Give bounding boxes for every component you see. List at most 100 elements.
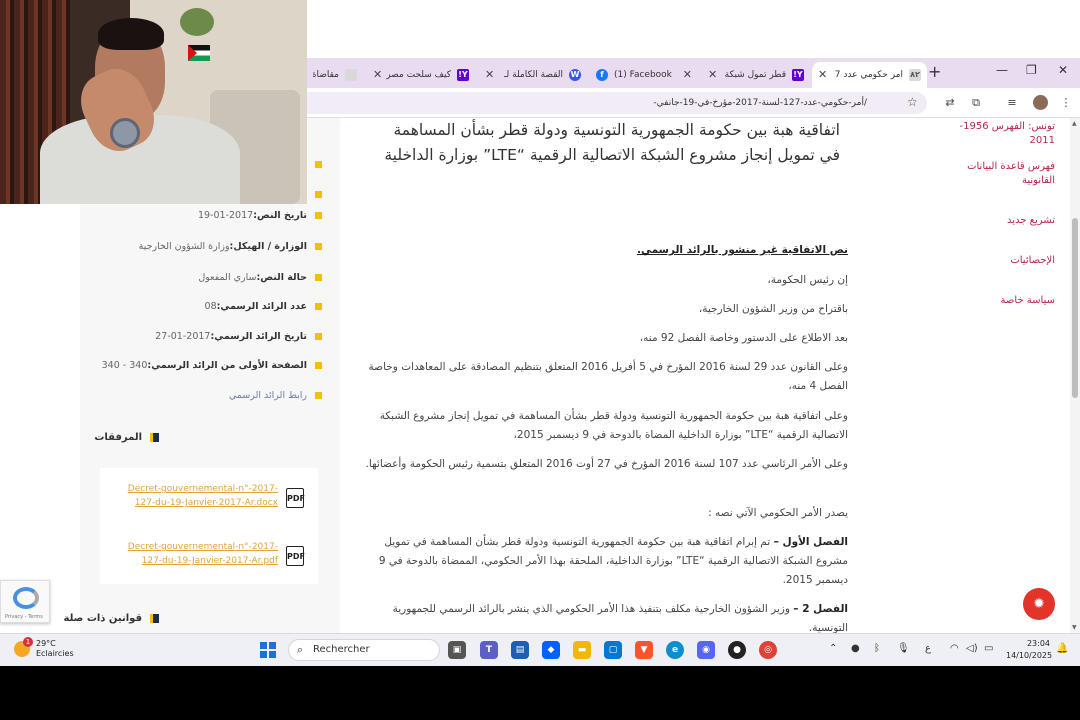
volume-icon[interactable]: ◁) xyxy=(966,643,978,654)
microphone-icon[interactable]: 🎙 xyxy=(897,643,910,654)
brave-icon[interactable]: ▼ xyxy=(635,641,653,659)
teams-icon[interactable]: T xyxy=(480,641,498,659)
screen: ٨٢ أمر حكومي عدد 7 ✕ Y! قطر تمول شبكة ✕ … xyxy=(0,0,1080,720)
pdf-icon: PDF xyxy=(286,488,305,508)
tab-story[interactable]: W القصة الكاملة لـ ✕ xyxy=(479,62,587,88)
monitor-icon[interactable]: ▢ xyxy=(604,641,622,659)
recaptcha-badge[interactable]: Privacy - Terms xyxy=(0,580,50,623)
minimize-button[interactable]: — xyxy=(996,63,1008,77)
media-controls-icon[interactable]: ≡ xyxy=(1005,96,1019,110)
weather-condition: Eclaircies xyxy=(36,649,74,658)
tab-active[interactable]: ٨٢ أمر حكومي عدد 7 ✕ xyxy=(812,62,927,88)
doc-icon: ٨٢ xyxy=(909,69,921,81)
article: اتفاقية هبة بين حكومة الجمهورية التونسية… xyxy=(340,118,910,633)
app-icon[interactable]: ● xyxy=(728,641,746,659)
discord-icon[interactable]: ◉ xyxy=(697,641,715,659)
meta-gazette-link[interactable]: رابط الرائد الرسمي xyxy=(229,390,322,401)
tab-qatar[interactable]: Y! قطر تمول شبكة ✕ xyxy=(702,62,810,88)
attachments-heading: المرفقات xyxy=(94,432,159,443)
webcam-overlay xyxy=(0,0,307,204)
search-icon: ⌕ xyxy=(297,643,304,656)
url-field[interactable]: /أمر-حكومي-عدد-127-لسنة-2017-مؤرخ-في-19-… xyxy=(307,92,927,114)
tab-strip: ٨٢ أمر حكومي عدد 7 ✕ Y! قطر تمول شبكة ✕ … xyxy=(307,58,1080,88)
address-bar: /أمر-حكومي-عدد-127-لسنة-2017-مؤرخ-في-19-… xyxy=(307,88,1080,118)
attachment-pdf-link[interactable]: Decret-gouvernemental-n°-2017-127-du-19-… xyxy=(118,540,278,568)
paragraph: وعلى القانون عدد 29 لسنة 2016 المؤرخ في … xyxy=(368,361,848,392)
desktop: ٨٢ أمر حكومي عدد 7 ✕ Y! قطر تمول شبكة ✕ … xyxy=(0,0,1080,666)
translate-icon[interactable]: ⇄ xyxy=(943,96,957,110)
bullet xyxy=(307,152,322,171)
bookmark-star-icon[interactable]: ☆ xyxy=(907,95,918,109)
wifi-icon[interactable]: ◠ xyxy=(950,643,959,654)
input-language[interactable]: ع xyxy=(925,643,931,654)
meta-date: تاريخ النص:2017-01-19 xyxy=(198,210,322,221)
profile-avatar[interactable] xyxy=(1033,95,1048,110)
paragraph: وعلى اتفاقية هبة بين حكومة الجمهورية الت… xyxy=(379,410,848,441)
paragraph: إن رئيس الحكومة، xyxy=(767,274,848,286)
nav-link-privacy[interactable]: سياسة خاصة xyxy=(935,294,1055,308)
extensions-icon[interactable]: ⧉ xyxy=(969,96,983,110)
tab-egypt[interactable]: Y! كيف سلحت مصر ✕ xyxy=(367,62,475,88)
restore-button[interactable]: ❐ xyxy=(1026,63,1037,77)
notifications-icon[interactable]: 🔔 xyxy=(1056,643,1068,654)
close-icon[interactable]: ✕ xyxy=(818,68,827,81)
nav-link-new-legislation[interactable]: تشريع جديد xyxy=(935,214,1055,228)
tab-title: (1) Facebook xyxy=(614,70,672,80)
article-2: الفصل 2 – وزير الشؤون الخارجية مكلف بتنف… xyxy=(392,603,848,633)
attachments-box: Decret-gouvernemental-n°-2017-127-du-19-… xyxy=(100,468,318,584)
scrollbar[interactable]: ▲ ▼ xyxy=(1070,118,1080,633)
close-icon[interactable]: ✕ xyxy=(373,68,382,81)
nav-link-statistics[interactable]: الإحصائيات xyxy=(935,254,1055,268)
attachment-docx-link[interactable]: Decret-gouvernemental-n°-2017-127-du-19-… xyxy=(118,482,278,510)
doc-icon xyxy=(345,69,357,81)
scroll-down-icon[interactable]: ▼ xyxy=(1072,624,1077,631)
meta-ministry: الوزارة / الهيكل:وزارة الشؤون الخارجية xyxy=(139,241,322,252)
article-title: اتفاقية هبة بين حكومة الجمهورية التونسية… xyxy=(384,121,840,164)
tab-title: أمر حكومي عدد 7 xyxy=(834,70,903,80)
close-icon[interactable]: ✕ xyxy=(485,68,494,81)
store-icon[interactable]: ▤ xyxy=(511,641,529,659)
taskbar: 1 29°C Eclaircies ⌕ Rechercher ▣ T ▤ ◆ ▬… xyxy=(0,633,1080,666)
url-text: /أمر-حكومي-عدد-127-لسنة-2017-مؤرخ-في-19-… xyxy=(653,98,867,108)
recaptcha-text: Privacy - Terms xyxy=(5,614,43,620)
bullet xyxy=(307,182,322,201)
bluetooth-icon[interactable]: ᛒ xyxy=(874,643,880,654)
taskbar-search[interactable]: ⌕ Rechercher xyxy=(288,639,440,661)
nav-link-index[interactable]: تونس: الفهرس 1956-2011 xyxy=(935,120,1056,148)
close-icon[interactable]: ✕ xyxy=(708,68,717,81)
nav-link-legal-db[interactable]: فهرس قاعدة البيانات القانونية xyxy=(935,160,1055,188)
paragraph: بعد الاطلاع على الدستور وخاصة الفصل 92 م… xyxy=(639,332,848,344)
tray-app-icon[interactable]: ● xyxy=(851,643,860,654)
menu-icon[interactable]: ⋮ xyxy=(1059,96,1073,110)
edge-icon[interactable]: e xyxy=(666,641,684,659)
task-view-icon[interactable]: ▣ xyxy=(448,641,466,659)
tab-lawsuit[interactable]: مقاضاة xyxy=(307,62,363,88)
file-explorer-icon[interactable]: ▬ xyxy=(573,641,591,659)
scroll-up-icon[interactable]: ▲ xyxy=(1072,120,1077,127)
paragraph: يصدر الأمر الحكومي الآتي نصه : xyxy=(708,507,848,519)
clock[interactable]: 23:04 14/10/2025 xyxy=(1006,638,1053,662)
tab-facebook[interactable]: f (1) Facebook ✕ xyxy=(590,62,698,88)
search-placeholder: Rechercher xyxy=(313,644,370,655)
temperature: 29°C xyxy=(36,639,56,648)
yahoo-icon: Y! xyxy=(792,69,804,81)
windows-start-icon[interactable] xyxy=(260,642,276,658)
chevron-up-icon[interactable]: ⌃ xyxy=(829,643,837,654)
scroll-thumb[interactable] xyxy=(1072,218,1078,398)
new-tab-button[interactable]: + xyxy=(928,62,941,81)
meta-gazette-page: الصفحة الأولى من الرائد الرسمي:340 - 340 xyxy=(102,360,322,371)
tab-title: كيف سلحت مصر xyxy=(386,70,451,80)
dropbox-icon[interactable]: ◆ xyxy=(542,641,560,659)
close-icon[interactable]: ✕ xyxy=(683,68,692,81)
chrome-icon[interactable]: ◎ xyxy=(759,641,777,659)
battery-icon[interactable]: ▭ xyxy=(984,643,993,654)
close-window-button[interactable]: ✕ xyxy=(1058,63,1068,77)
date: 14/10/2025 xyxy=(1006,651,1053,660)
article-1: الفصل الأول – تم إبرام اتفاقية هبة بين ح… xyxy=(378,536,848,586)
bug-report-button[interactable]: ✹ xyxy=(1023,588,1055,620)
tab-title: مقاضاة xyxy=(313,70,339,80)
tab-title: قطر تمول شبكة xyxy=(724,70,786,80)
time: 23:04 xyxy=(1026,639,1050,648)
wordpress-icon: W xyxy=(569,69,581,81)
recaptcha-icon xyxy=(13,587,39,609)
